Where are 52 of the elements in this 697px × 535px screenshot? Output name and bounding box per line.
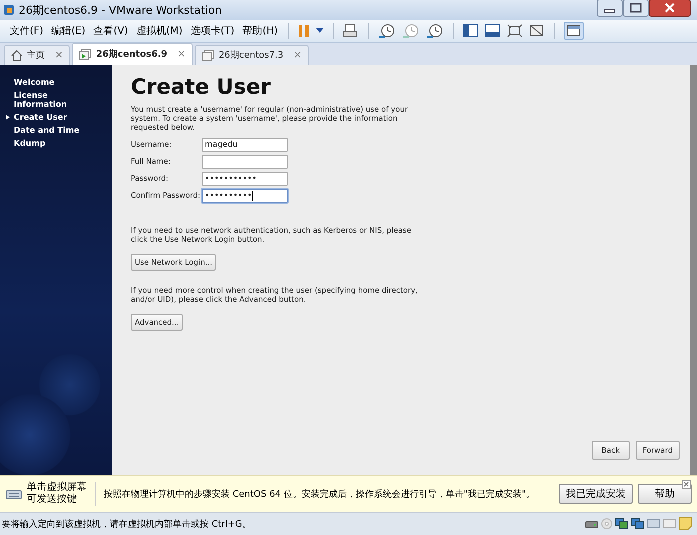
tab[interactable]: 26期centos7.3 × (194, 45, 310, 65)
app-icon (3, 4, 15, 16)
snapshot-icon[interactable] (378, 23, 396, 39)
thumbnail-view-icon[interactable] (485, 24, 502, 38)
notification-message: 按照在物理计算机中的步骤安装 CentOS 64 位。安装完成后，操作系统会进行引导，单击"我已完成安装"。 (104, 488, 536, 500)
network-icon (615, 518, 629, 530)
input-field[interactable]: magedu (202, 138, 288, 152)
hint-text: 单击虚拟屏幕 (27, 482, 87, 494)
menu-item[interactable]: 查看(V) (90, 24, 132, 38)
home-icon (11, 50, 23, 61)
monitor-icon (663, 518, 677, 530)
tab[interactable]: 26期centos6.9 × (72, 43, 193, 65)
virtual-machine-icon (202, 50, 215, 62)
input-field[interactable]: ••••••••••• (202, 172, 288, 186)
window-title: 26期centos6.9 - VMware Workstation (19, 2, 224, 18)
finished-install-button[interactable]: 我已完成安装 (559, 484, 633, 504)
note-icon (679, 517, 693, 531)
close-icon[interactable]: × (178, 49, 186, 60)
tab-label: 26期centos7.3 (218, 50, 284, 62)
menu-item[interactable]: 文件(F) (6, 24, 48, 38)
status-text: 要将输入定向到该虚拟机，请在虚拟机内部单击或按 Ctrl+G。 (2, 518, 252, 530)
close-icon[interactable]: × (294, 50, 302, 61)
sidebar-item: Date and Time (13, 126, 81, 135)
maximize-button[interactable] (623, 0, 649, 17)
caret-icon[interactable] (316, 28, 324, 34)
input-field[interactable]: •••••••••• (202, 188, 288, 202)
sidebar-item: License Information (13, 91, 68, 109)
menu-item[interactable]: 选项卡(T) (186, 24, 239, 38)
sidebar-item: Welcome (13, 78, 56, 87)
help-button[interactable]: 帮助 (638, 484, 692, 504)
minimize-button[interactable] (597, 0, 623, 17)
menu-item[interactable]: 虚拟机(M) (132, 24, 187, 38)
page-title: Create User (131, 75, 272, 99)
cd-icon (601, 518, 613, 530)
display-icon (647, 518, 661, 530)
tab-label: 26期centos6.9 (96, 48, 168, 61)
close-button[interactable] (649, 0, 691, 17)
console-view-icon[interactable] (564, 22, 584, 40)
menu-item[interactable]: 编辑(E) (48, 24, 90, 38)
menu-item[interactable]: 帮助(H) (238, 24, 282, 38)
input-field[interactable] (202, 154, 288, 168)
hint-text: 可发送按键 (27, 494, 78, 506)
close-icon[interactable]: × (55, 50, 64, 61)
fullscreen-icon[interactable] (507, 24, 524, 38)
virtual-machine-icon (79, 48, 92, 60)
sidebar-item: Create User (13, 113, 68, 122)
sidebar-item: Kdump (13, 139, 47, 148)
close-icon[interactable] (682, 480, 691, 489)
sidebar-view-icon[interactable] (463, 24, 480, 38)
network-icon (631, 518, 645, 530)
tab[interactable]: 主页 × (4, 45, 70, 65)
tab-label: 主页 (27, 50, 45, 62)
